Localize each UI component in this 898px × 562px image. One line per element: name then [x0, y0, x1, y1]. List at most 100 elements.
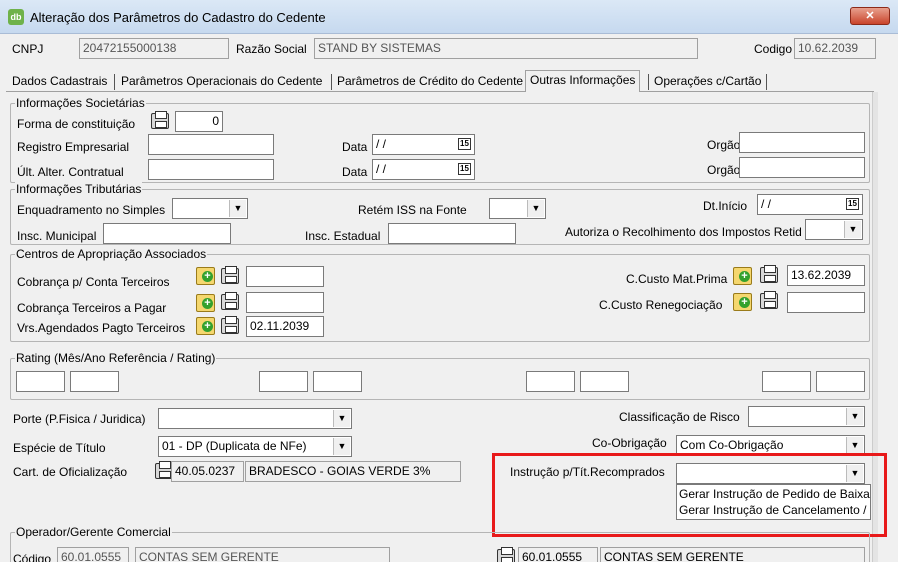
registro-data-field[interactable]: / / 15: [372, 134, 475, 155]
ult-alter-data-field[interactable]: / / 15: [372, 159, 475, 180]
enquadramento-select[interactable]: ▼: [172, 198, 248, 219]
insc-estadual-field[interactable]: [388, 223, 516, 244]
tab-parametros-operacionais[interactable]: Parâmetros Operacionais do Cedente: [117, 72, 326, 92]
instrucao-option[interactable]: Gerar Instrução de Cancelamento /: [679, 502, 866, 518]
cart-oficializacao-label: Cart. de Oficialização: [13, 465, 128, 479]
tab-outras-informacoes[interactable]: Outras Informações: [525, 70, 641, 92]
chevron-down-icon[interactable]: ▼: [333, 438, 350, 455]
registro-data-value: / /: [376, 137, 387, 151]
instrucao-select[interactable]: ▼: [676, 463, 865, 484]
classificacao-risco-select[interactable]: ▼: [748, 406, 865, 427]
porte-select[interactable]: ▼: [158, 408, 352, 429]
add-icon[interactable]: +: [733, 293, 752, 311]
dt-inicio-label: Dt.Início: [703, 199, 748, 213]
especie-titulo-select[interactable]: 01 - DP (Duplicata de NFe) ▼: [158, 436, 352, 457]
print-icon[interactable]: [221, 292, 239, 310]
rating-value-field[interactable]: [816, 371, 865, 392]
ult-alter-label: Últ. Alter. Contratual: [17, 165, 124, 179]
print-icon[interactable]: [221, 266, 239, 284]
custo-mat-field[interactable]: 13.62.2039: [787, 265, 865, 286]
calendar-icon[interactable]: 15: [846, 198, 859, 210]
cart-oficializacao-name[interactable]: BRADESCO - GOIAS VERDE 3%: [245, 461, 461, 482]
operador-nome-field[interactable]: CONTAS SEM GERENTE: [135, 547, 390, 562]
add-icon[interactable]: +: [196, 267, 215, 285]
razao-social-label: Razão Social: [236, 42, 307, 56]
cart-oficializacao-code[interactable]: 40.05.0237: [171, 461, 244, 482]
razao-social-field[interactable]: STAND BY SISTEMAS: [314, 38, 698, 59]
tab-separator: [648, 74, 649, 90]
tributarias-title: Informações Tributárias: [15, 182, 143, 196]
calendar-icon[interactable]: 15: [458, 163, 471, 175]
close-icon: ✕: [865, 10, 875, 22]
custo-reneg-field[interactable]: [787, 292, 865, 313]
rating-group: Rating (Mês/Ano Referência / Rating): [10, 351, 870, 400]
chevron-down-icon[interactable]: ▼: [844, 221, 861, 238]
cnpj-label: CNPJ: [12, 42, 44, 56]
chevron-down-icon[interactable]: ▼: [229, 200, 246, 217]
print-icon[interactable]: [151, 111, 169, 129]
rating-month-field[interactable]: [762, 371, 811, 392]
ult-alter-field[interactable]: [148, 159, 274, 180]
add-icon[interactable]: +: [196, 294, 215, 312]
registro-orgao-field[interactable]: [739, 132, 865, 153]
instrucao-options-list: Gerar Instrução de Pedido de Baixa Gerar…: [676, 484, 871, 520]
operador-codigo-field[interactable]: 60.01.0555: [57, 547, 129, 562]
vrs-agendados-field[interactable]: 02.11.2039: [246, 316, 324, 337]
especie-titulo-label: Espécie de Título: [13, 441, 106, 455]
tab-parametros-credito[interactable]: Parâmetros de Crédito do Cedente: [333, 72, 527, 92]
autoriza-recolhimento-select[interactable]: ▼: [805, 219, 863, 240]
chevron-down-icon[interactable]: ▼: [846, 465, 863, 482]
insc-municipal-field[interactable]: [103, 223, 231, 244]
rating-title: Rating (Mês/Ano Referência / Rating): [15, 351, 217, 365]
data-label: Data: [342, 140, 368, 154]
rating-month-field[interactable]: [16, 371, 65, 392]
retem-iss-select[interactable]: ▼: [489, 198, 546, 219]
tab-dados-cadastrais[interactable]: Dados Cadastrais: [8, 72, 111, 92]
chevron-down-icon[interactable]: ▼: [527, 200, 544, 217]
rating-month-field[interactable]: [259, 371, 308, 392]
operador-codigo2-field[interactable]: 60.01.0555: [518, 547, 598, 562]
dt-inicio-field[interactable]: / / 15: [757, 194, 863, 215]
tab-separator: [331, 74, 332, 90]
print-icon[interactable]: [221, 316, 239, 334]
add-icon[interactable]: +: [196, 317, 215, 335]
codigo-field[interactable]: 10.62.2039: [794, 38, 876, 59]
especie-titulo-value: 01 - DP (Duplicata de NFe): [162, 439, 307, 453]
centros-title: Centros de Apropriação Associados: [15, 247, 208, 261]
calendar-icon[interactable]: 15: [458, 138, 471, 150]
operador-title: Operador/Gerente Comercial: [15, 525, 172, 539]
print-icon[interactable]: [760, 265, 778, 283]
cobranca-pagar-label: Cobrança Terceiros a Pagar: [17, 301, 167, 315]
classificacao-risco-label: Classificação de Risco: [619, 410, 740, 424]
print-icon[interactable]: [760, 291, 778, 309]
cobranca-conta-field[interactable]: [246, 266, 324, 287]
societarias-title: Informações Societárias: [15, 96, 146, 110]
retem-iss-label: Retém ISS na Fonte: [358, 203, 467, 217]
registro-empresarial-field[interactable]: [148, 134, 274, 155]
cobranca-pagar-field[interactable]: [246, 292, 324, 313]
rating-value-field[interactable]: [313, 371, 362, 392]
tab-operacoes-cartao[interactable]: Operações c/Cartão: [650, 72, 765, 92]
cnpj-field[interactable]: 20472155000138: [79, 38, 229, 59]
ult-alter-data-value: / /: [376, 162, 387, 176]
tab-separator: [766, 74, 767, 90]
instrucao-option[interactable]: Gerar Instrução de Pedido de Baixa: [679, 486, 870, 502]
rating-value-field[interactable]: [580, 371, 629, 392]
rating-month-field[interactable]: [526, 371, 575, 392]
ult-alter-orgao-field[interactable]: [739, 157, 865, 178]
chevron-down-icon[interactable]: ▼: [846, 408, 863, 425]
forma-constituicao-field[interactable]: 0: [175, 111, 223, 132]
autoriza-recolhimento-label: Autoriza o Recolhimento dos Impostos Ret…: [565, 225, 802, 239]
chevron-down-icon[interactable]: ▼: [333, 410, 350, 427]
print-icon[interactable]: [497, 547, 515, 562]
porte-label: Porte (P.Fisica / Juridica): [13, 412, 146, 426]
co-obrigacao-value: Com Co-Obrigação: [680, 438, 784, 452]
close-button[interactable]: ✕: [850, 7, 890, 25]
rating-value-field[interactable]: [70, 371, 119, 392]
operador-nome2-field[interactable]: CONTAS SEM GERENTE: [600, 547, 865, 562]
add-icon[interactable]: +: [733, 267, 752, 285]
chevron-down-icon[interactable]: ▼: [846, 437, 863, 454]
instrucao-label: Instrução p/Tít.Recomprados: [510, 465, 665, 479]
forma-constituicao-value: 0: [212, 114, 219, 128]
custo-mat-label: C.Custo Mat.Prima: [626, 272, 728, 286]
